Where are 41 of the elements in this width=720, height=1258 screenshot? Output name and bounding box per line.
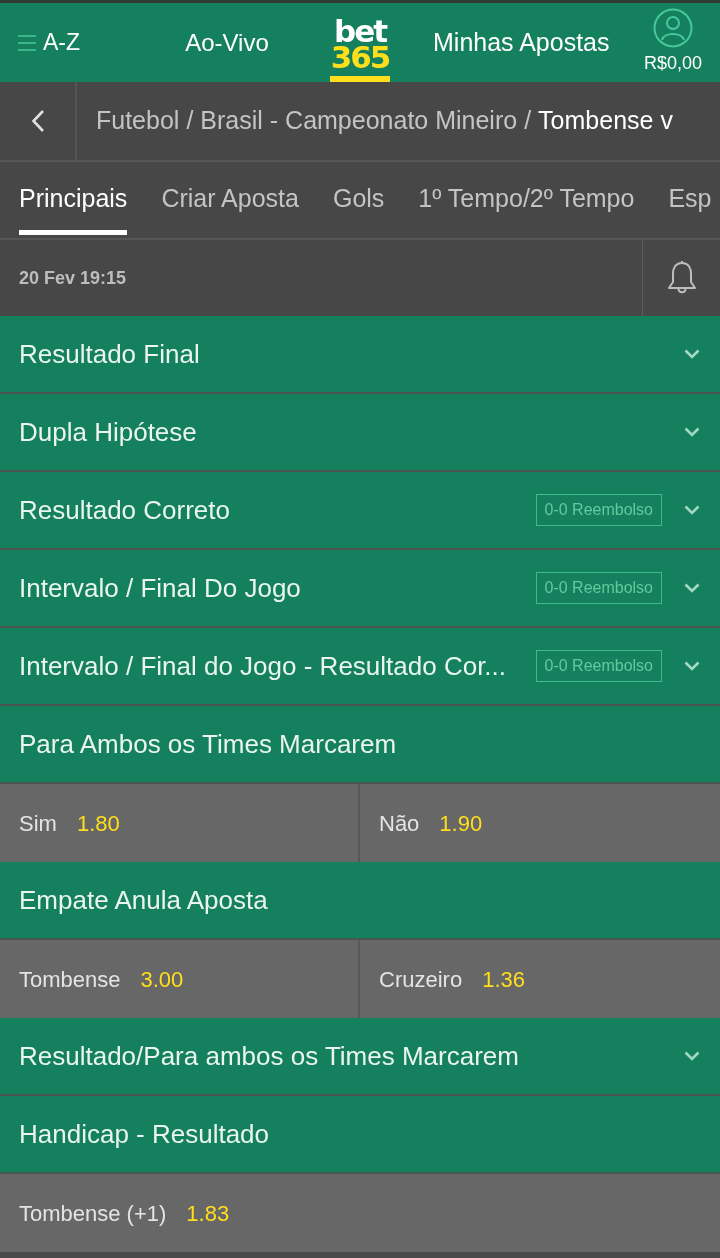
menu-icon bbox=[18, 34, 36, 51]
market-header[interactable]: Resultado/Para ambos os Times Marcarem bbox=[0, 1018, 720, 1096]
breadcrumb-link[interactable]: Brasil - Campeonato Mineiro bbox=[200, 102, 518, 140]
breadcrumb-current: Tombense v bbox=[538, 105, 673, 137]
live-link[interactable]: Ao-Vivo bbox=[166, 24, 288, 61]
event-date: 20 Fev 19:15 bbox=[18, 266, 128, 290]
tab[interactable]: 1º Tempo/2º Tempo bbox=[418, 162, 635, 235]
market-header[interactable]: Intervalo / Final do Jogo - Resultado Cor... 0-0 Reembolso bbox=[0, 628, 720, 706]
chevron-down-icon bbox=[684, 583, 700, 593]
my-bets-link[interactable]: Minhas Apostas bbox=[433, 23, 610, 62]
account-button[interactable]: R$0,00 bbox=[643, 8, 702, 77]
odds-button[interactable]: Tombense (+1) 1.83 bbox=[0, 1174, 720, 1252]
bell-icon bbox=[666, 260, 697, 296]
breadcrumb-separator: / bbox=[524, 105, 532, 137]
market-header[interactable]: Empate Anula Aposta bbox=[0, 862, 720, 940]
menu-button[interactable]: A-Z bbox=[0, 25, 166, 60]
tab[interactable]: Gols bbox=[332, 162, 385, 235]
tab[interactable]: Criar Aposta bbox=[161, 162, 299, 235]
breadcrumb-link[interactable]: Futebol bbox=[96, 102, 180, 140]
user-icon bbox=[652, 8, 693, 48]
market-header[interactable]: Dupla Hipótese bbox=[0, 394, 720, 472]
market-header[interactable]: Resultado Final bbox=[0, 316, 720, 394]
odds-button[interactable]: Não 1.90 bbox=[360, 784, 720, 862]
chevron-down-icon bbox=[684, 661, 700, 671]
refund-badge: 0-0 Reembolso bbox=[535, 572, 662, 604]
refund-badge: 0-0 Reembolso bbox=[535, 650, 662, 682]
chevron-left-icon bbox=[30, 109, 45, 133]
chevron-down-icon bbox=[684, 505, 700, 515]
odds-button[interactable]: Sim 1.80 bbox=[0, 784, 360, 862]
chevron-down-icon bbox=[684, 349, 700, 359]
market-header[interactable]: Para Ambos os Times Marcarem bbox=[0, 706, 720, 784]
chevron-down-icon bbox=[684, 1051, 700, 1061]
market-header[interactable]: Handicap - Resultado bbox=[0, 1096, 720, 1174]
tab[interactable]: Esp bbox=[668, 162, 712, 235]
chevron-down-icon bbox=[684, 427, 700, 437]
breadcrumb-separator: / bbox=[186, 105, 194, 137]
odds-button[interactable]: Tombense 3.00 bbox=[0, 940, 360, 1018]
refund-badge: 0-0 Reembolso bbox=[535, 494, 662, 526]
market-header[interactable]: Resultado Correto 0-0 Reembolso bbox=[0, 472, 720, 550]
odds-button[interactable]: Cruzeiro 1.36 bbox=[360, 940, 720, 1018]
market-header[interactable]: Intervalo / Final Do Jogo 0-0 Reembolso bbox=[0, 550, 720, 628]
